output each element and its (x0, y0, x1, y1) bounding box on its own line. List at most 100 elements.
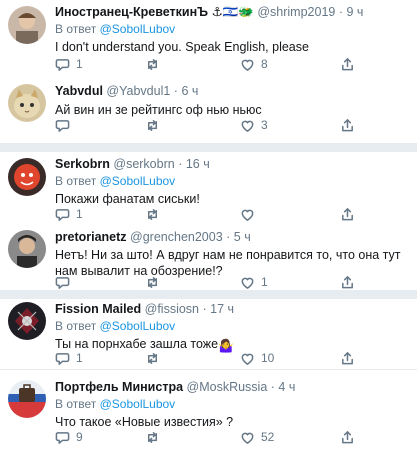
retweet-icon (148, 208, 157, 220)
reply-button[interactable] (55, 273, 76, 291)
reply-count: 1 (76, 351, 83, 365)
author-name[interactable]: Yabvdul (55, 84, 103, 98)
tweet-actions: 1 (55, 205, 397, 223)
share-button[interactable] (340, 205, 355, 223)
retweet-button[interactable] (145, 273, 166, 291)
reply-icon (55, 431, 70, 444)
like-button[interactable]: 3 (240, 116, 268, 134)
tweet-header: Иностранец-КреветкинЪ ⚓🇮🇱🐲 @shrimp2019 ·… (55, 4, 409, 20)
timestamp[interactable]: 9 ч (347, 5, 364, 19)
reply-prefix: В ответ (55, 174, 97, 188)
reply-icon (55, 58, 70, 71)
like-count: 8 (261, 57, 268, 71)
like-icon (241, 353, 254, 365)
tweet[interactable]: Портфель Министра @MoskRussia · 4 ч В от… (0, 375, 417, 450)
like-icon (241, 120, 254, 132)
reply-mention-link[interactable]: @SobolLubov (100, 319, 176, 333)
share-button[interactable] (340, 428, 355, 446)
like-icon (241, 277, 254, 289)
separator-dot: · (338, 5, 344, 19)
tweet[interactable]: Yabvdul @Yabvdul1 · 6 ч Ай вин ин зе рей… (0, 76, 417, 143)
tweet-header: pretorianetz @grenchen2003 · 5 ч (55, 229, 409, 245)
like-button[interactable]: 52 (240, 428, 274, 446)
like-count: 1 (261, 275, 268, 289)
tweet[interactable]: pretorianetz @grenchen2003 · 5 ч Нетъ! Н… (0, 225, 417, 290)
retweet-icon (148, 276, 157, 288)
tweet-actions: 9 52 (55, 428, 397, 446)
share-icon (342, 207, 353, 220)
retweet-button[interactable] (145, 205, 166, 223)
author-handle[interactable]: @serkobrn (113, 157, 174, 171)
retweet-icon (148, 58, 157, 70)
avatar[interactable] (8, 302, 46, 340)
author-name[interactable]: Иностранец-КреветкинЪ (55, 5, 208, 19)
timestamp[interactable]: 5 ч (234, 230, 251, 244)
timestamp[interactable]: 6 ч (181, 84, 198, 98)
like-button[interactable]: 8 (240, 55, 268, 73)
name-badges: ⚓🇮🇱🐲 (211, 5, 254, 19)
tweet[interactable]: Fission Mailed @fissiosn · 17 ч В ответ … (0, 297, 417, 370)
like-icon (241, 59, 254, 71)
author-handle[interactable]: @MoskRussia (187, 380, 268, 394)
retweet-icon (148, 431, 157, 443)
reply-icon (55, 208, 70, 221)
reply-mention-link[interactable]: @SobolLubov (100, 22, 176, 36)
author-name[interactable]: Fission Mailed (55, 302, 141, 316)
timestamp[interactable]: 16 ч (186, 157, 210, 171)
reply-mention-link[interactable]: @SobolLubov (100, 174, 176, 188)
reply-prefix: В ответ (55, 22, 97, 36)
reply-button[interactable]: 1 (55, 205, 83, 223)
avatar[interactable] (8, 84, 46, 122)
tweet-actions: 1 (55, 273, 397, 291)
reply-context: В ответ @SobolLubov (55, 318, 409, 334)
timestamp[interactable]: 4 ч (278, 380, 295, 394)
avatar[interactable] (8, 158, 46, 196)
like-button[interactable] (240, 205, 261, 223)
tweet[interactable]: Иностранец-КреветкинЪ ⚓🇮🇱🐲 @shrimp2019 ·… (0, 0, 417, 76)
reply-prefix: В ответ (55, 397, 97, 411)
retweet-button[interactable] (145, 428, 166, 446)
avatar[interactable] (8, 230, 46, 268)
author-name[interactable]: Serkobrn (55, 157, 110, 171)
like-icon (241, 209, 254, 221)
reply-button[interactable]: 9 (55, 428, 83, 446)
tweet-actions: 1 10 (55, 349, 397, 367)
retweet-button[interactable] (145, 349, 166, 367)
reply-mention-link[interactable]: @SobolLubov (100, 397, 176, 411)
separator-dot: · (226, 230, 231, 244)
like-button[interactable]: 10 (240, 349, 274, 367)
author-name[interactable]: Портфель Министра (55, 380, 183, 394)
retweet-button[interactable] (145, 116, 166, 134)
reply-button[interactable]: 1 (55, 55, 83, 73)
share-button[interactable] (340, 349, 355, 367)
separator-dot: · (178, 157, 183, 171)
like-count: 10 (261, 351, 275, 365)
reply-button[interactable] (55, 116, 76, 134)
like-button[interactable]: 1 (240, 273, 268, 291)
timestamp[interactable]: 17 ч (210, 302, 234, 316)
reply-context: В ответ @SobolLubov (55, 21, 409, 37)
reply-count: 1 (76, 57, 83, 71)
reply-count: 1 (76, 207, 83, 221)
avatar[interactable] (8, 380, 46, 418)
reply-button[interactable]: 1 (55, 349, 83, 367)
share-button[interactable] (340, 55, 355, 73)
share-button[interactable] (340, 116, 355, 134)
author-handle[interactable]: @grenchen2003 (130, 230, 223, 244)
like-count: 3 (261, 118, 268, 132)
tweet-text: I don't understand you. Speak English, p… (55, 40, 309, 54)
retweet-button[interactable] (145, 55, 166, 73)
author-handle[interactable]: @Yabvdul1 (106, 84, 170, 98)
author-name[interactable]: pretorianetz (55, 230, 127, 244)
avatar[interactable] (8, 6, 46, 44)
reply-icon (55, 119, 70, 132)
thread-divider (0, 143, 417, 152)
separator-dot: · (173, 84, 178, 98)
author-handle[interactable]: @fissiosn (145, 302, 199, 316)
share-button[interactable] (340, 273, 355, 291)
tweet-header: Yabvdul @Yabvdul1 · 6 ч (55, 83, 409, 99)
share-icon (342, 430, 353, 443)
tweet[interactable]: Serkobrn @serkobrn · 16 ч В ответ @Sobol… (0, 152, 417, 225)
author-handle[interactable]: @shrimp2019 (257, 5, 335, 19)
share-icon (342, 118, 353, 131)
